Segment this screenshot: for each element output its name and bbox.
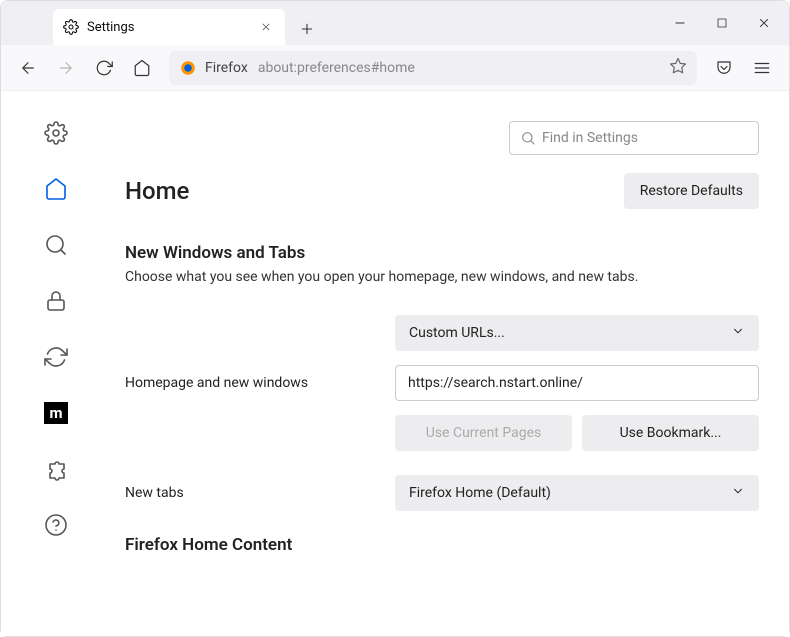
section-description: Choose what you see when you open your h… [125,269,759,285]
use-current-pages-button[interactable]: Use Current Pages [395,415,572,451]
sidebar-item-help[interactable] [42,511,70,539]
forward-button[interactable] [49,51,83,85]
page-title: Home [125,177,189,205]
newtabs-select[interactable]: Firefox Home (Default) [395,475,759,511]
find-placeholder: Find in Settings [542,130,638,146]
find-in-settings-input[interactable]: Find in Settings [509,121,759,155]
use-bookmark-button[interactable]: Use Bookmark... [582,415,759,451]
browser-tab-settings[interactable]: Settings [53,9,285,45]
tab-label: Settings [87,20,257,35]
browser-name-label: Firefox [205,60,248,76]
select-value: Custom URLs... [409,325,505,341]
homepage-mode-select[interactable]: Custom URLs... [395,315,759,351]
sidebar-item-extensions[interactable] [42,455,70,483]
sidebar-item-sync[interactable] [42,343,70,371]
sidebar-item-general[interactable] [42,119,70,147]
firefox-icon [179,59,197,77]
tab-bar: Settings [1,1,789,45]
chevron-down-icon [731,324,745,342]
minimize-button[interactable] [661,9,699,37]
close-icon[interactable] [257,18,275,36]
select-value: Firefox Home (Default) [409,485,551,501]
homepage-url-input[interactable] [395,365,759,401]
section-heading-new-windows: New Windows and Tabs [125,243,759,263]
close-window-button[interactable] [745,9,783,37]
home-button[interactable] [125,51,159,85]
gear-icon [63,19,79,35]
restore-defaults-button[interactable]: Restore Defaults [624,173,759,209]
url-text: about:preferences#home [258,60,415,76]
url-bar[interactable]: Firefox about:preferences#home [169,51,697,85]
bookmark-star-icon[interactable] [669,57,687,79]
section-heading-home-content: Firefox Home Content [125,535,759,555]
homepage-label: Homepage and new windows [125,375,395,391]
content-area: m Find in Settings Home Restore Defaults… [1,91,789,636]
reload-button[interactable] [87,51,121,85]
menu-button[interactable] [745,51,779,85]
sidebar-item-privacy[interactable] [42,287,70,315]
new-tab-button[interactable] [291,13,323,45]
window-controls [661,9,783,37]
chevron-down-icon [731,484,745,502]
sidebar: m [1,91,111,636]
sidebar-item-more[interactable]: m [42,399,70,427]
maximize-button[interactable] [703,9,741,37]
newtabs-label: New tabs [125,485,395,501]
m-icon: m [44,402,68,424]
sidebar-item-home[interactable] [42,175,70,203]
back-button[interactable] [11,51,45,85]
search-icon [520,130,536,146]
sidebar-item-search[interactable] [42,231,70,259]
pocket-button[interactable] [707,51,741,85]
main-panel: Find in Settings Home Restore Defaults N… [111,91,789,636]
toolbar: Firefox about:preferences#home [1,45,789,91]
